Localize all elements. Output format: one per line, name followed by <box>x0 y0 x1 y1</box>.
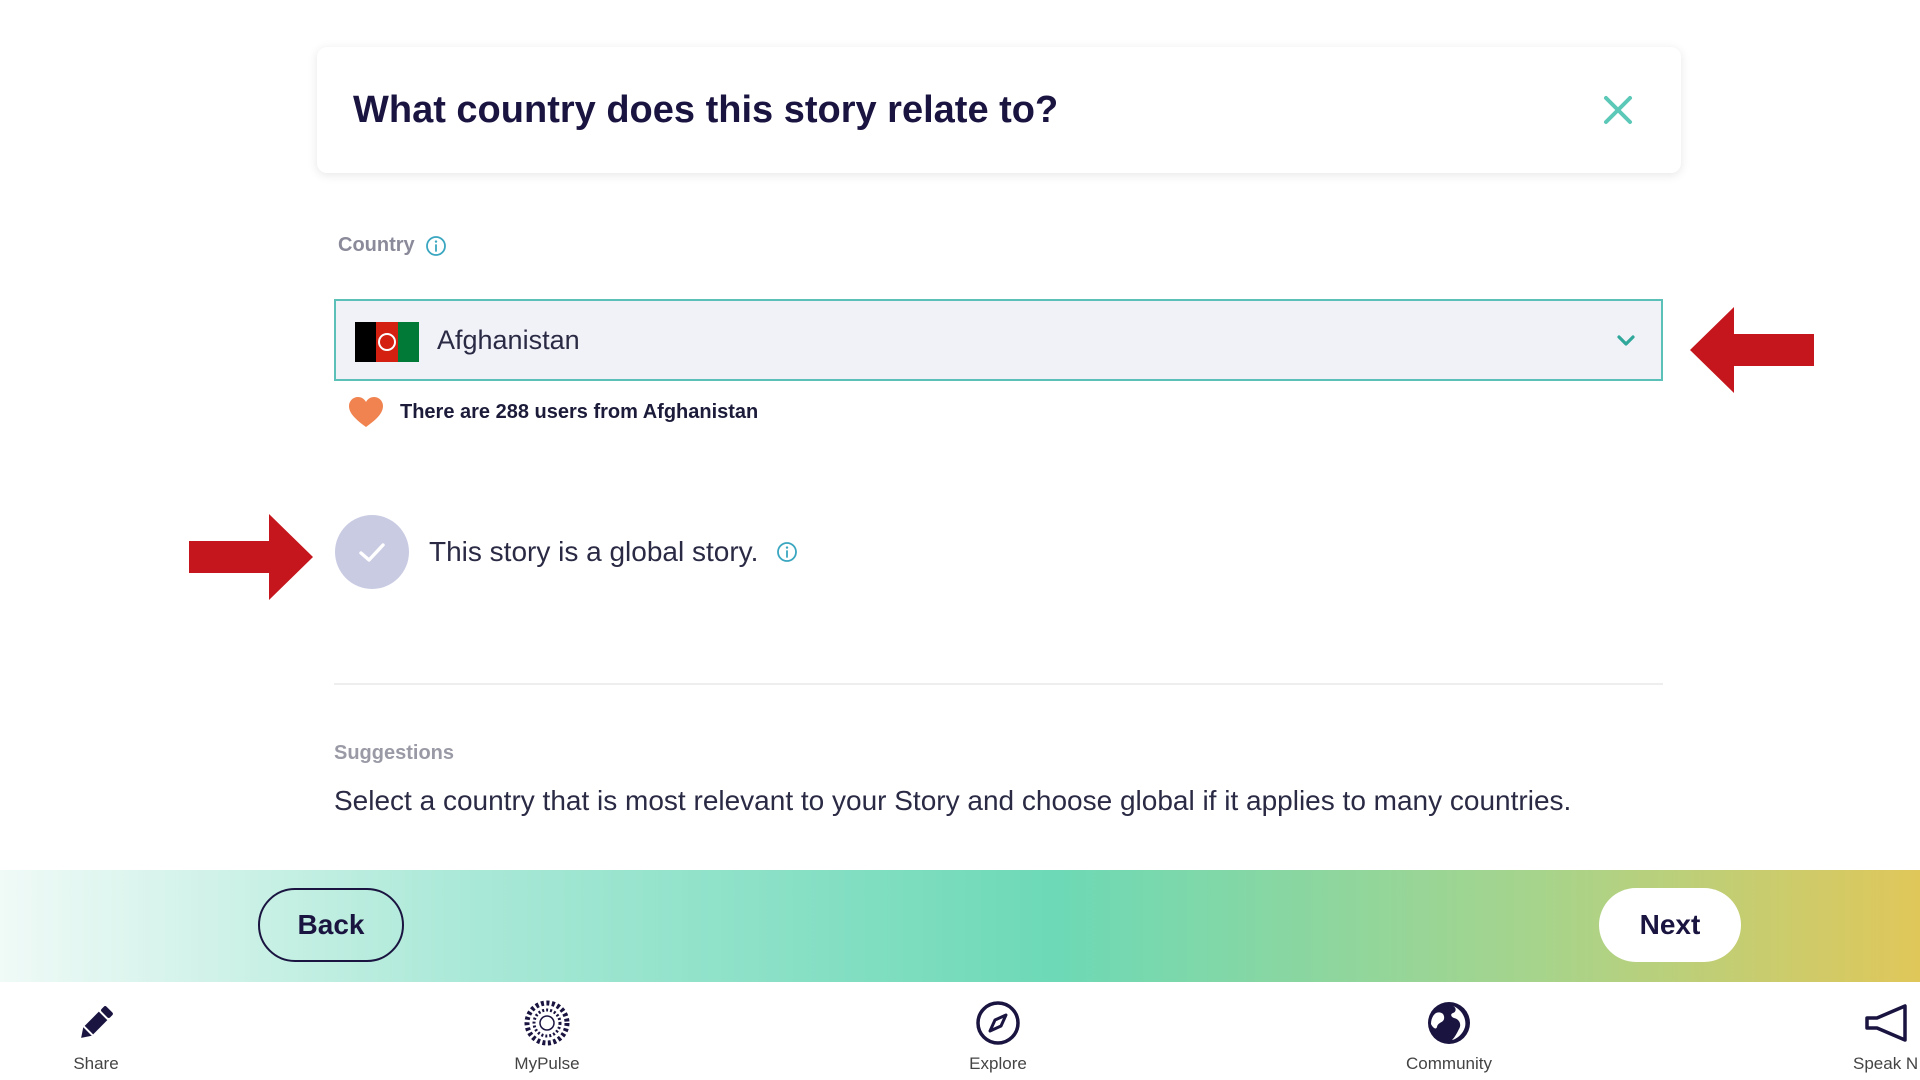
header-card: What country does this story relate to? <box>317 47 1681 173</box>
global-story-row: This story is a global story. <box>335 515 798 589</box>
afghanistan-flag-icon <box>355 322 419 362</box>
global-story-label: This story is a global story. <box>429 536 759 567</box>
users-count-note: There are 288 users from Afghanistan <box>348 396 758 428</box>
info-icon[interactable] <box>425 235 447 257</box>
global-story-checkbox[interactable] <box>335 515 409 589</box>
nav-label-mypulse: MyPulse <box>514 1054 580 1073</box>
bottom-nav: Share MyPulse Explore Community Speak N <box>0 982 1920 1080</box>
page-title: What country does this story relate to? <box>353 89 1059 131</box>
country-label-text: Country <box>338 234 415 256</box>
country-select[interactable]: Afghanistan <box>334 299 1663 381</box>
megaphone-icon <box>1865 1004 1907 1042</box>
annotation-arrow-left-icon <box>1690 307 1814 393</box>
nav-item-mypulse[interactable]: MyPulse <box>477 1000 617 1074</box>
globe-icon <box>1428 1002 1470 1044</box>
close-icon <box>1604 96 1632 124</box>
nav-item-share[interactable]: Share <box>26 1000 166 1074</box>
nav-label-share: Share <box>73 1054 119 1073</box>
country-label: Country <box>338 234 447 257</box>
nav-item-speak[interactable]: Speak N <box>1853 1000 1920 1074</box>
heart-icon <box>349 397 383 427</box>
chevron-down-icon <box>1617 335 1635 346</box>
pulse-icon <box>524 1000 570 1046</box>
next-button[interactable]: Next <box>1599 888 1741 962</box>
suggestions-text: Select a country that is most relevant t… <box>334 785 1572 816</box>
action-bar: Back Next <box>0 870 1920 982</box>
info-icon[interactable] <box>776 541 798 563</box>
nav-item-community[interactable]: Community <box>1379 1000 1519 1074</box>
users-count-text: There are 288 users from Afghanistan <box>400 400 759 423</box>
close-button[interactable] <box>1595 87 1641 133</box>
checkmark-icon <box>359 543 385 562</box>
nav-item-explore[interactable]: Explore <box>928 1000 1068 1074</box>
nav-label-community: Community <box>1406 1054 1492 1073</box>
country-select-value: Afghanistan <box>437 325 580 355</box>
pencil-icon <box>81 1006 113 1038</box>
annotation-arrow-right-icon <box>189 514 313 600</box>
nav-label-speak: Speak N <box>1853 1054 1919 1073</box>
compass-icon <box>976 1001 1020 1045</box>
nav-label-explore: Explore <box>969 1054 1027 1073</box>
back-button[interactable]: Back <box>258 888 404 962</box>
divider <box>334 683 1663 685</box>
suggestions-title: Suggestions <box>334 742 455 764</box>
